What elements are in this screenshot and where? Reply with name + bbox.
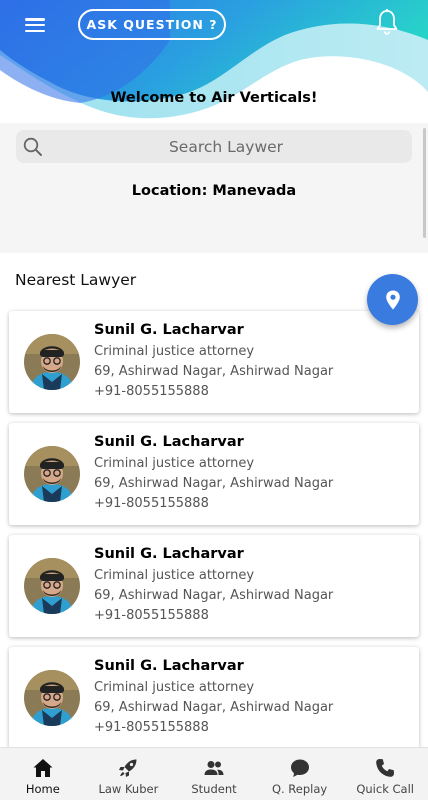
nav-item-quick-call[interactable]: Quick Call bbox=[342, 748, 428, 800]
lawyer-avatar bbox=[24, 558, 80, 614]
menu-icon[interactable] bbox=[24, 16, 46, 34]
nav-label: Quick Call bbox=[356, 782, 414, 796]
lawyer-card[interactable]: Sunil G. Lacharvar Criminal justice atto… bbox=[9, 647, 419, 749]
welcome-title: Welcome to Air Verticals! bbox=[110, 90, 318, 106]
lawyer-address: 69, Ashirwad Nagar, Ashirwad Nagar bbox=[94, 588, 334, 603]
lawyer-role: Criminal justice attorney bbox=[94, 456, 255, 471]
bell-icon[interactable] bbox=[374, 8, 400, 36]
search-bar[interactable] bbox=[16, 130, 412, 163]
lawyer-phone[interactable]: +91-8055155888 bbox=[94, 608, 209, 623]
nav-label: Home bbox=[25, 782, 60, 796]
search-input[interactable] bbox=[16, 130, 412, 163]
bottom-nav: Home Law Kuber Student Q. Replay Quick C… bbox=[0, 747, 428, 800]
lawyer-avatar bbox=[24, 670, 80, 726]
nav-label: Q. Replay bbox=[271, 782, 328, 796]
lawyer-role: Criminal justice attorney bbox=[94, 680, 255, 695]
lawyer-name: Sunil G. Lacharvar bbox=[94, 434, 244, 450]
lawyer-avatar bbox=[24, 334, 80, 390]
rocket-icon bbox=[119, 759, 137, 777]
lawyer-address: 69, Ashirwad Nagar, Ashirwad Nagar bbox=[94, 476, 334, 491]
nav-label: Law Kuber bbox=[98, 782, 159, 796]
lawyer-address: 69, Ashirwad Nagar, Ashirwad Nagar bbox=[94, 700, 334, 715]
lawyer-phone[interactable]: +91-8055155888 bbox=[94, 720, 209, 735]
location-label: Location: Manevada bbox=[131, 183, 297, 199]
nav-item-q-replay[interactable]: Q. Replay bbox=[257, 748, 343, 800]
lawyer-card[interactable]: Sunil G. Lacharvar Criminal justice atto… bbox=[9, 311, 419, 413]
search-icon bbox=[23, 137, 42, 156]
lawyer-address: 69, Ashirwad Nagar, Ashirwad Nagar bbox=[94, 364, 334, 379]
phone-icon bbox=[376, 759, 395, 777]
nav-label: Student bbox=[191, 782, 237, 796]
section-title: Nearest Lawyer bbox=[15, 271, 137, 289]
lawyer-name: Sunil G. Lacharvar bbox=[94, 658, 244, 674]
lawyer-name: Sunil G. Lacharvar bbox=[94, 322, 244, 338]
lawyer-role: Criminal justice attorney bbox=[94, 568, 255, 583]
lawyer-avatar bbox=[24, 446, 80, 502]
lawyer-phone[interactable]: +91-8055155888 bbox=[94, 496, 209, 511]
nav-item-home[interactable]: Home bbox=[0, 748, 86, 800]
lawyer-card[interactable]: Sunil G. Lacharvar Criminal justice atto… bbox=[9, 423, 419, 525]
location-pin-icon bbox=[385, 290, 400, 309]
people-icon bbox=[204, 761, 224, 775]
location-fab-button[interactable] bbox=[367, 274, 418, 325]
chat-icon bbox=[290, 759, 309, 777]
lawyer-name: Sunil G. Lacharvar bbox=[94, 546, 244, 562]
home-icon bbox=[33, 759, 53, 777]
nav-item-student[interactable]: Student bbox=[171, 748, 257, 800]
lawyer-card[interactable]: Sunil G. Lacharvar Criminal justice atto… bbox=[9, 535, 419, 637]
lawyer-phone[interactable]: +91-8055155888 bbox=[94, 384, 209, 399]
header: ASK QUESTION ? bbox=[0, 0, 428, 125]
nav-item-law-kuber[interactable]: Law Kuber bbox=[86, 748, 172, 800]
scrollbar[interactable] bbox=[423, 128, 426, 238]
ask-question-button[interactable]: ASK QUESTION ? bbox=[78, 9, 226, 40]
lawyer-role: Criminal justice attorney bbox=[94, 344, 255, 359]
